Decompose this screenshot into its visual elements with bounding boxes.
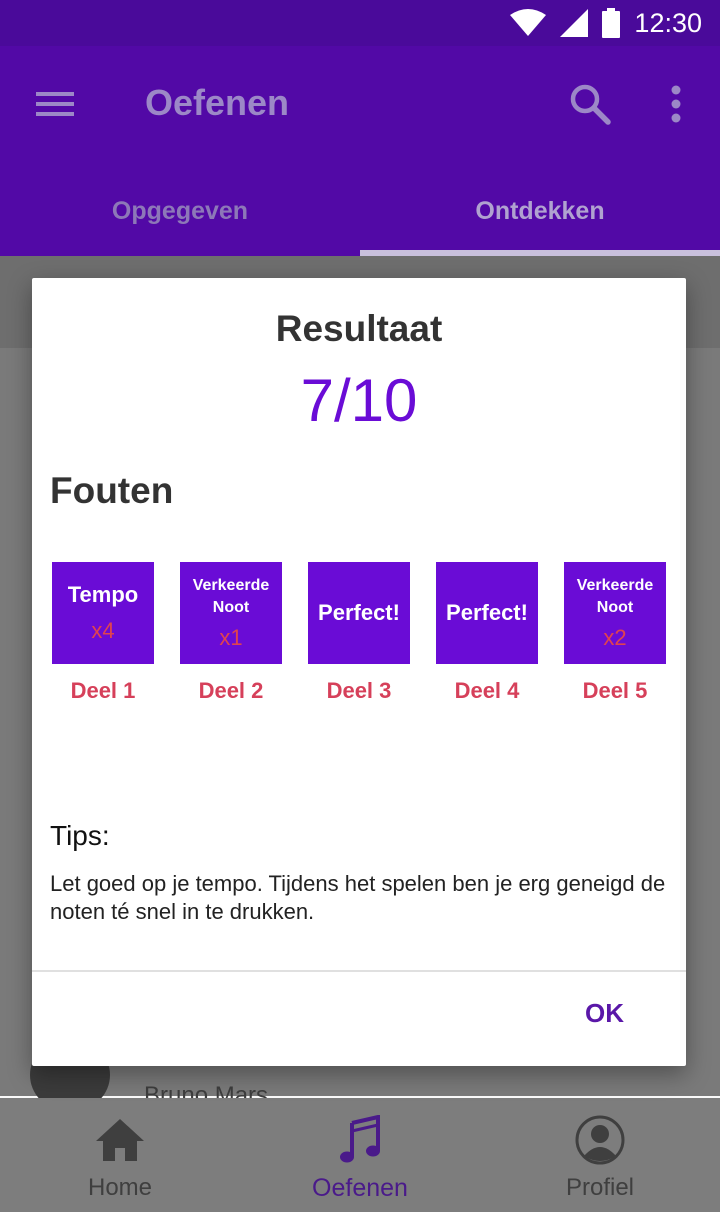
part-card: Verkeerde Noot x2 Deel 5 [564,562,666,704]
part-label: Noot [596,599,634,616]
more-vert-icon[interactable] [664,82,688,126]
part-label: Perfect! [446,600,528,626]
nav-item-home[interactable]: Home [0,1098,240,1212]
app-bar: Oefenen Opgegeven Ontdekken [0,46,720,256]
part-card: Verkeerde Noot x1 Deel 2 [180,562,282,704]
part-label: Verkeerde [576,577,654,595]
parts-row: Tempo x4 Deel 1 Verkeerde Noot x1 Deel 2… [52,562,672,712]
part-box: Tempo x4 [52,562,154,664]
status-icons: 12:30 [510,6,702,40]
menu-icon[interactable] [36,88,74,120]
signal-icon [560,9,589,37]
part-name: Deel 5 [582,678,648,703]
nav-label-oefenen: Oefenen [312,1174,408,1202]
part-card: Perfect! Deel 4 [436,562,538,704]
status-bar: 12:30 [0,0,720,46]
part-name: Deel 3 [326,678,392,703]
tab-bar: Opgegeven Ontdekken [0,166,720,256]
page-title: Oefenen [145,82,290,123]
dialog-title: Resultaat [275,308,443,349]
part-label: Tempo [67,582,139,608]
part-count: x4 [91,617,115,643]
part-count: x2 [603,624,627,650]
nav-item-profiel[interactable]: Profiel [480,1098,720,1212]
result-dialog: Resultaat 7/10 Fouten Tempo x4 Deel 1 Ve… [32,278,686,1066]
nav-label-home: Home [87,1174,153,1201]
status-time: 12:30 [634,7,702,38]
part-label: Noot [212,599,250,616]
wifi-icon [510,9,547,36]
part-card: Perfect! Deel 3 [308,562,410,704]
battery-icon [602,8,621,38]
tab-opgegeven[interactable]: Opgegeven [0,166,360,256]
part-count: x1 [219,624,243,650]
part-name: Deel 1 [70,678,136,703]
home-icon [92,1112,148,1168]
part-box: Verkeerde Noot x1 [180,562,282,664]
dialog-divider [32,970,686,972]
search-icon[interactable] [568,82,612,126]
profile-icon [572,1112,628,1168]
part-box: Verkeerde Noot x2 [564,562,666,664]
tab-ontdekken[interactable]: Ontdekken [360,166,720,256]
part-name: Deel 4 [454,678,520,703]
part-name: Deel 2 [198,678,264,703]
part-box: Perfect! [436,562,538,664]
tips-heading: Tips: [50,820,110,851]
ok-button[interactable]: OK [585,998,624,1029]
nav-item-oefenen[interactable]: Oefenen [240,1098,480,1212]
nav-label-profiel: Profiel [565,1174,635,1201]
mistakes-heading: Fouten [50,470,174,511]
tips-text: Let goed op je tempo. Tijdens het spelen… [50,871,666,924]
part-label: Verkeerde [192,577,270,595]
bottom-nav: Home Oefenen Profiel [0,1098,720,1212]
score-value: 7/10 [300,367,418,434]
part-card: Tempo x4 Deel 1 [52,562,154,704]
part-label: Perfect! [318,600,400,626]
part-box: Perfect! [308,562,410,664]
music-note-icon [332,1112,388,1168]
